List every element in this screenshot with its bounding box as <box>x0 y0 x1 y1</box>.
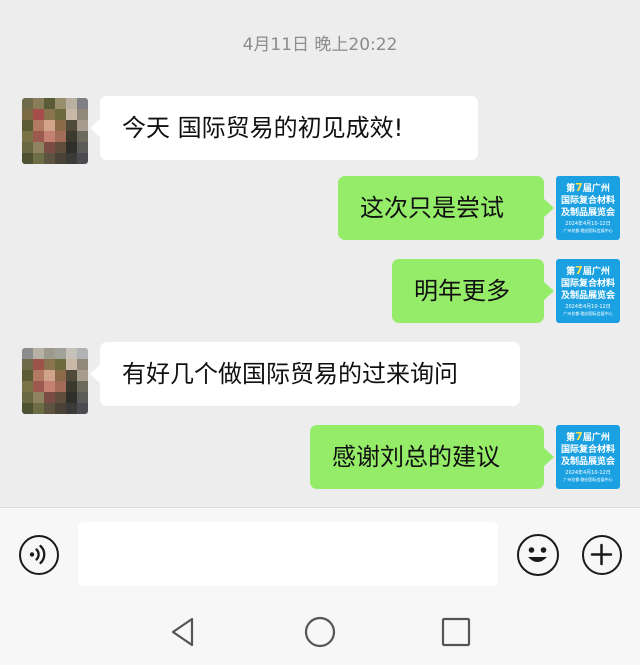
avatar-text: 届广州 <box>582 267 610 277</box>
avatar-text: 届广州 <box>582 433 610 443</box>
emoji-icon[interactable] <box>517 534 559 576</box>
plus-icon[interactable] <box>582 535 622 575</box>
self-avatar[interactable]: 第7届广州 国际复合材料 及制品展览会 2024年4月10-12日 广州花都·融… <box>556 176 620 240</box>
outgoing-message-bubble[interactable]: 感谢刘总的建议 <box>310 425 554 489</box>
self-avatar[interactable]: 第7届广州 国际复合材料 及制品展览会 2024年4月10-12日 广州花都·融… <box>556 259 620 323</box>
avatar-text: 7 <box>575 264 583 277</box>
avatar-text: 及制品展览会 <box>560 457 615 467</box>
avatar-text: 及制品展览会 <box>560 291 615 301</box>
message-text: 今天 国际贸易的初见成效! <box>122 114 404 142</box>
avatar-text: 及制品展览会 <box>560 208 615 218</box>
message-text: 这次只是尝试 <box>360 194 504 222</box>
avatar-text: 7 <box>575 181 583 194</box>
avatar-text: 广州花都·融创国际会展中心 <box>563 228 613 233</box>
self-avatar[interactable]: 第7届广州 国际复合材料 及制品展览会 2024年4月10-12日 广州花都·融… <box>556 425 620 489</box>
contact-avatar[interactable] <box>22 98 88 164</box>
avatar-text: 7 <box>575 430 583 443</box>
avatar-text: 广州花都·融创国际会展中心 <box>563 477 613 482</box>
avatar-text: 第 <box>566 433 576 443</box>
avatar-text: 广州花都·融创国际会展中心 <box>563 311 613 316</box>
back-icon[interactable] <box>168 616 198 648</box>
avatar-text: 2024年4月10-12日 <box>565 470 611 476</box>
home-icon[interactable] <box>303 615 337 649</box>
incoming-message-bubble[interactable]: 今天 国际贸易的初见成效! <box>90 96 478 160</box>
avatar-text: 第 <box>566 184 576 194</box>
message-input[interactable] <box>78 522 498 586</box>
avatar-text: 2024年4月10-12日 <box>565 221 611 227</box>
avatar-text: 届广州 <box>582 184 610 194</box>
avatar-text: 第 <box>566 267 576 277</box>
avatar-text: 国际复合材料 <box>560 445 615 455</box>
message-text: 有好几个做国际贸易的过来询问 <box>122 360 458 388</box>
recents-icon[interactable] <box>440 616 472 648</box>
incoming-message-bubble[interactable]: 有好几个做国际贸易的过来询问 <box>90 342 520 406</box>
message-text: 感谢刘总的建议 <box>332 443 500 471</box>
chat-area: 4月11日 晚上20:22 今天 国际贸易的初见成效! 这次只是尝试 第7届广州… <box>0 0 640 507</box>
avatar-text: 国际复合材料 <box>560 279 615 289</box>
outgoing-message-bubble[interactable]: 明年更多 <box>392 259 554 323</box>
system-nav-bar <box>0 602 640 665</box>
contact-avatar[interactable] <box>22 348 88 414</box>
avatar-text: 2024年4月10-12日 <box>565 304 611 310</box>
message-text: 明年更多 <box>414 277 510 305</box>
message-timestamp: 4月11日 晚上20:22 <box>242 35 398 55</box>
input-bar <box>0 507 640 603</box>
voice-icon[interactable] <box>19 535 59 575</box>
outgoing-message-bubble[interactable]: 这次只是尝试 <box>338 176 554 240</box>
avatar-text: 国际复合材料 <box>560 196 615 206</box>
